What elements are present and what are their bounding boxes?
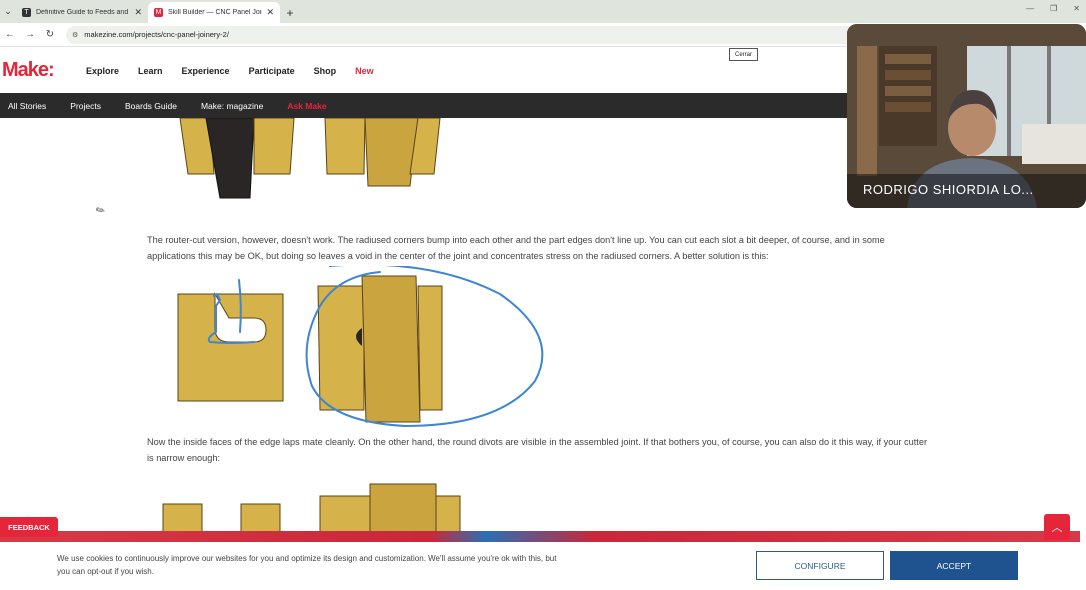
new-tab-icon[interactable]: +: [280, 2, 300, 23]
nav-experience[interactable]: Experience: [182, 66, 230, 76]
nav-explore[interactable]: Explore: [86, 66, 119, 76]
feedback-button[interactable]: FEEDBACK: [0, 517, 58, 537]
back-icon[interactable]: ←: [0, 29, 20, 40]
window-controls: — ❐ ✕: [1026, 4, 1080, 13]
cookie-banner: We use cookies to continuously improve o…: [0, 542, 1080, 590]
promo-band: [0, 531, 1080, 542]
subnav-make-magazine[interactable]: Make: magazine: [201, 101, 263, 111]
joint-illustration-middle: [177, 266, 544, 427]
participant-video: [847, 24, 1086, 208]
paragraph-inside-faces: Now the inside faces of the edge laps ma…: [147, 437, 928, 463]
browser-tab-feeds-guide[interactable]: T Definitive Guide to Feeds and S ✕: [16, 2, 148, 23]
close-window-icon[interactable]: ✕: [1073, 4, 1080, 13]
browser-tab-bar: ⌄ T Definitive Guide to Feeds and S ✕ M …: [0, 0, 1086, 23]
url-input[interactable]: ⚙ makezine.com/projects/cnc-panel-joiner…: [66, 25, 866, 44]
cerrar-tooltip: Cerrar: [729, 48, 758, 61]
subnav-projects[interactable]: Projects: [70, 101, 101, 111]
tab-title: Definitive Guide to Feeds and S: [36, 9, 131, 16]
scroll-to-top-button[interactable]: ︿: [1044, 514, 1070, 540]
accept-button[interactable]: ACCEPT: [890, 551, 1018, 580]
reload-icon[interactable]: ↻: [40, 29, 60, 40]
configure-button[interactable]: CONFIGURE: [756, 551, 884, 580]
close-tab-icon[interactable]: ✕: [134, 7, 142, 18]
video-call-overlay[interactable]: RODRIGO SHIORDIA LO...: [847, 24, 1086, 208]
browser-tab-skill-builder[interactable]: M Skill Builder — CNC Panel Joine ✕: [148, 2, 280, 23]
url-text: makezine.com/projects/cnc-panel-joinery-…: [84, 30, 229, 39]
forward-icon[interactable]: →: [20, 29, 40, 40]
nav-new[interactable]: New: [355, 66, 374, 76]
joint-illustration-bottom: [162, 483, 461, 532]
subnav-all-stories[interactable]: All Stories: [8, 101, 46, 111]
cookie-text: We use cookies to continuously improve o…: [57, 554, 557, 576]
make-logo[interactable]: Make:: [2, 59, 55, 82]
restore-icon[interactable]: ❐: [1050, 4, 1057, 13]
subnav-ask-make[interactable]: Ask Make: [287, 101, 326, 111]
pencil-cursor-icon: ✎: [93, 203, 108, 219]
chevron-up-icon: ︿: [1051, 522, 1063, 534]
tab-search-icon[interactable]: ⌄: [0, 0, 16, 23]
subnav-boards-guide[interactable]: Boards Guide: [125, 101, 177, 111]
main-nav: Explore Learn Experience Participate Sho…: [86, 66, 374, 76]
close-tab-icon[interactable]: ✕: [266, 7, 274, 18]
tab-favicon-icon: M: [154, 8, 163, 17]
nav-shop[interactable]: Shop: [314, 66, 337, 76]
joint-illustration-top: [179, 118, 441, 199]
site-info-icon[interactable]: ⚙: [72, 31, 78, 39]
paragraph-router-cut: The router-cut version, however, doesn't…: [147, 235, 885, 261]
tab-favicon-icon: T: [22, 8, 31, 17]
tab-title: Skill Builder — CNC Panel Joine: [168, 9, 263, 16]
participant-name: RODRIGO SHIORDIA LO...: [863, 182, 1034, 197]
minimize-icon[interactable]: —: [1026, 4, 1034, 13]
nav-participate[interactable]: Participate: [249, 66, 295, 76]
nav-learn[interactable]: Learn: [138, 66, 163, 76]
